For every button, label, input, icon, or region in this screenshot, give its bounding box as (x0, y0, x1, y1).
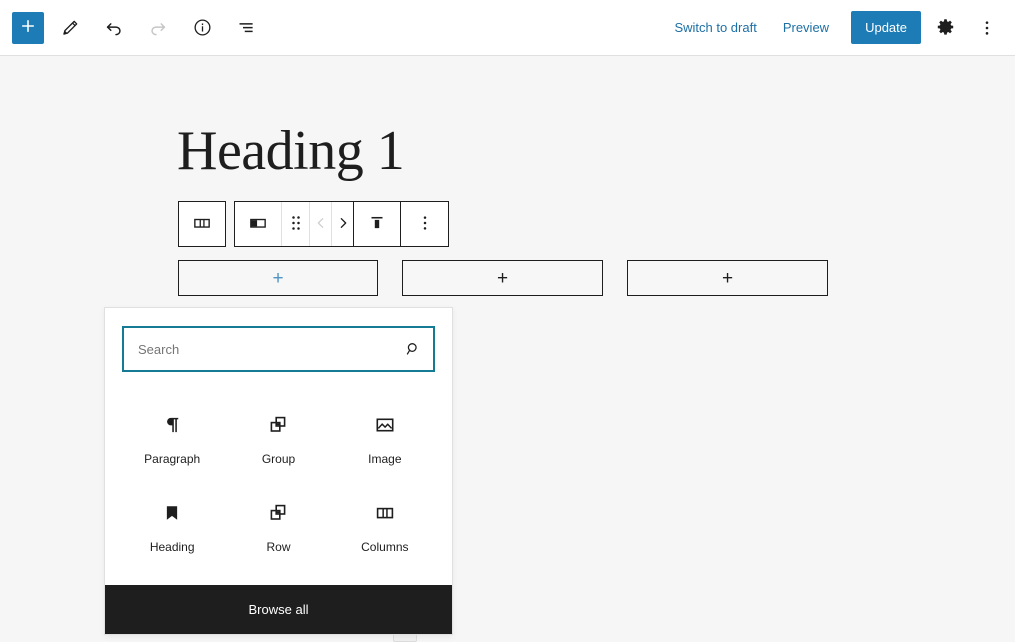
move-left-button[interactable] (310, 202, 332, 246)
columns-icon (373, 496, 397, 530)
block-label: Image (368, 452, 402, 466)
block-columns[interactable]: Columns (332, 486, 438, 568)
search-icon[interactable] (403, 339, 423, 359)
block-toolbar (178, 201, 449, 247)
column-appender-1[interactable]: + (178, 260, 378, 296)
group-squares-icon (266, 408, 290, 442)
info-icon (192, 17, 213, 38)
drag-dots-icon (288, 213, 304, 236)
vertical-align-button[interactable] (354, 202, 401, 246)
columns-icon (191, 212, 213, 237)
search-input[interactable] (124, 328, 433, 370)
move-right-button[interactable] (332, 202, 354, 246)
browse-all-button[interactable]: Browse all (105, 585, 452, 635)
update-button[interactable]: Update (851, 11, 921, 44)
switch-to-draft-button[interactable]: Switch to draft (664, 14, 766, 41)
block-toolbar-main-group (234, 201, 449, 247)
column-appender-2[interactable]: + (402, 260, 603, 296)
redo-button[interactable] (140, 10, 176, 46)
more-options-button[interactable] (969, 10, 1005, 46)
header-right-tools: Switch to draft Preview Update (664, 10, 1005, 46)
settings-button[interactable] (927, 10, 963, 46)
chevron-left-icon (313, 214, 329, 235)
plus-icon: + (272, 267, 284, 289)
drag-handle[interactable] (282, 202, 310, 246)
block-group[interactable]: Group (225, 398, 331, 480)
block-type-grid: Paragraph Group Image Heading Row Column… (105, 380, 452, 585)
align-top-icon (366, 212, 388, 237)
block-row[interactable]: Row (225, 486, 331, 568)
kebab-menu-icon (977, 18, 997, 38)
block-options-button[interactable] (401, 202, 448, 246)
image-icon (373, 408, 397, 442)
tools-edit-mode[interactable] (52, 10, 88, 46)
redo-icon (147, 17, 169, 39)
block-label: Group (261, 452, 296, 466)
gear-icon (935, 17, 956, 38)
bookmark-icon (161, 496, 183, 530)
block-label: Paragraph (144, 452, 201, 466)
block-label: Row (266, 539, 291, 554)
block-heading[interactable]: Heading (119, 486, 225, 568)
pilcrow-icon (161, 408, 183, 442)
search-field (122, 326, 435, 372)
plus-icon (19, 17, 37, 38)
group-squares-icon (266, 496, 290, 530)
editor-canvas: Heading 1 + + + Search Paragraph Group I… (0, 56, 1015, 642)
column-appender-3[interactable]: + (627, 260, 828, 296)
block-label: Columns (361, 539, 409, 554)
column-icon (247, 212, 269, 237)
editor-header: Switch to draft Preview Update (0, 0, 1015, 56)
plus-icon: + (496, 267, 509, 289)
pencil-icon (60, 17, 81, 38)
block-paragraph[interactable]: Paragraph (119, 398, 225, 480)
list-view-button[interactable] (228, 10, 264, 46)
block-image[interactable]: Image (332, 398, 438, 480)
plus-icon: + (721, 267, 734, 289)
block-type-column[interactable] (235, 202, 282, 246)
page-title[interactable]: Heading 1 (177, 118, 405, 185)
block-inserter-toggle[interactable] (12, 11, 44, 44)
undo-button[interactable] (96, 10, 132, 46)
search-wrapper (105, 308, 452, 380)
select-parent-columns[interactable] (179, 202, 225, 246)
block-label: Heading (149, 539, 195, 554)
chevron-right-icon (335, 214, 351, 235)
list-view-icon (236, 17, 257, 38)
parent-block-group (178, 201, 226, 247)
undo-icon (103, 17, 125, 39)
details-button[interactable] (184, 10, 220, 46)
header-left-tools (12, 10, 264, 46)
kebab-menu-icon (415, 213, 435, 236)
preview-button[interactable]: Preview (773, 14, 839, 41)
